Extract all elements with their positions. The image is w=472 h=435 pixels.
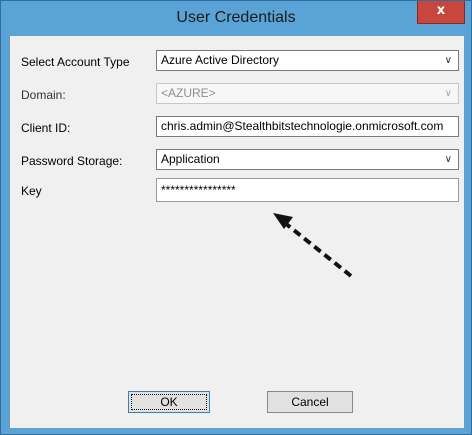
cancel-button[interactable]: Cancel <box>267 391 353 413</box>
window-title: User Credentials <box>176 9 296 26</box>
dialog-body: Select Account Type Azure Active Directo… <box>9 35 465 429</box>
title-bar[interactable]: User Credentials x <box>1 1 471 35</box>
close-button[interactable]: x <box>417 1 465 24</box>
dashed-arrow-icon <box>273 213 353 278</box>
user-credentials-dialog: User Credentials x Select Account Type A… <box>0 0 472 435</box>
ok-button[interactable]: OK <box>128 391 210 413</box>
